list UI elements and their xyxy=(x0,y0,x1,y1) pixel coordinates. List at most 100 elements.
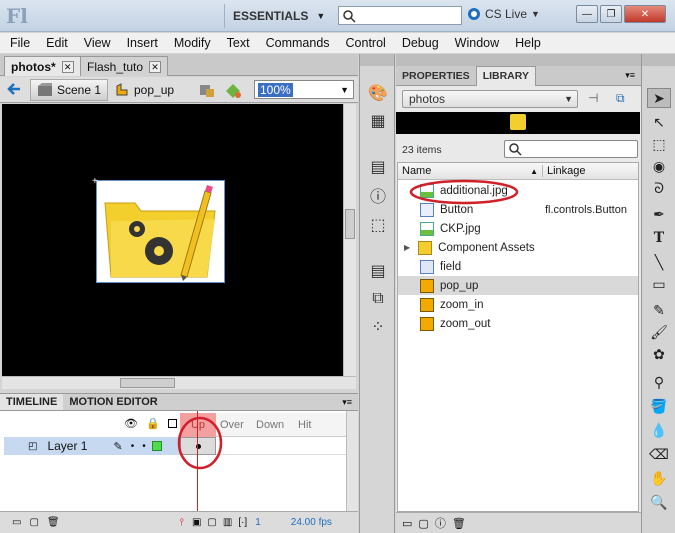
expand-arrow-icon[interactable]: ▶ xyxy=(404,243,410,252)
close-icon[interactable]: ✕ xyxy=(61,60,74,73)
restore-button[interactable]: ❐ xyxy=(600,5,622,23)
back-button[interactable] xyxy=(6,81,22,97)
menu-control[interactable]: Control xyxy=(338,36,394,50)
pin-library-icon[interactable]: ⊣ xyxy=(588,91,598,105)
eye-icon[interactable]: 👁 xyxy=(124,417,138,430)
info-icon[interactable]: ⓘ xyxy=(366,184,390,206)
new-folder-icon[interactable]: ▢ xyxy=(29,517,38,528)
library-document-select[interactable]: photos ▼ xyxy=(402,90,578,108)
close-button[interactable]: ✕ xyxy=(624,5,666,23)
list-item[interactable]: zoom_out xyxy=(398,314,638,333)
panel-menu-icon[interactable]: ▾≡ xyxy=(625,70,635,81)
zoom-select[interactable]: 100% ▼ xyxy=(254,80,354,99)
edit-symbols-button[interactable] xyxy=(198,81,220,101)
menu-view[interactable]: View xyxy=(76,36,119,50)
tab-motion-editor[interactable]: MOTION EDITOR xyxy=(63,396,163,408)
tab-timeline[interactable]: TIMELINE xyxy=(0,394,64,410)
list-item[interactable]: pop_up xyxy=(398,276,638,295)
delete-icon[interactable]: 🗑 xyxy=(452,517,466,530)
stage-vertical-scrollbar[interactable] xyxy=(343,104,356,376)
visibility-dot[interactable]: • xyxy=(131,441,135,452)
new-folder-icon[interactable]: ▢ xyxy=(418,517,428,530)
selection-tool-icon[interactable]: ➤ xyxy=(647,88,671,108)
center-frame-icon[interactable]: ⫯ xyxy=(180,517,184,528)
color-palette-icon[interactable]: 🎨 xyxy=(366,82,390,104)
menu-edit[interactable]: Edit xyxy=(38,36,76,50)
column-linkage[interactable]: Linkage xyxy=(542,165,638,177)
tab-library[interactable]: LIBRARY xyxy=(475,65,536,86)
sort-arrow-icon[interactable]: ▲ xyxy=(530,167,538,176)
eraser-tool-icon[interactable]: ⌫ xyxy=(647,444,671,464)
swatches-icon[interactable]: ▦ xyxy=(366,110,390,132)
new-layer-icon[interactable]: ▭ xyxy=(12,517,21,528)
panel-grip[interactable] xyxy=(360,54,394,66)
list-item[interactable]: zoom_in xyxy=(398,295,638,314)
modify-markers-icon[interactable]: [·] xyxy=(238,517,247,528)
tab-properties[interactable]: PROPERTIES xyxy=(396,66,476,86)
symbol-image[interactable] xyxy=(96,180,225,283)
menu-insert[interactable]: Insert xyxy=(119,36,166,50)
new-symbol-icon[interactable]: ▭ xyxy=(402,517,412,530)
stage-horizontal-scrollbar[interactable] xyxy=(2,376,356,389)
frame-hit[interactable]: Hit xyxy=(298,413,311,437)
library-search-input[interactable] xyxy=(504,140,638,158)
scroll-thumb[interactable] xyxy=(120,378,175,388)
lasso-tool-icon[interactable]: ᘐ xyxy=(647,178,671,198)
menu-help[interactable]: Help xyxy=(507,36,549,50)
list-item[interactable]: ▶ Component Assets xyxy=(398,238,638,257)
menu-text[interactable]: Text xyxy=(219,36,258,50)
close-icon[interactable]: ✕ xyxy=(149,60,162,73)
outline-color-swatch[interactable] xyxy=(151,441,162,451)
lock-dot[interactable]: • xyxy=(142,441,146,452)
stage[interactable]: + xyxy=(2,104,343,376)
menu-file[interactable]: File xyxy=(0,36,38,50)
paint-bucket-tool-icon[interactable]: 🪣 xyxy=(647,396,671,416)
column-name[interactable]: Name xyxy=(402,165,431,177)
components-icon[interactable]: ⧉ xyxy=(366,288,390,310)
text-tool-icon[interactable]: T xyxy=(647,228,671,248)
rectangle-tool-icon[interactable]: ▭ xyxy=(647,274,671,294)
pen-tool-icon[interactable]: ✒ xyxy=(647,204,671,224)
bone-tool-icon[interactable]: ⚲ xyxy=(647,372,671,392)
tab-photos[interactable]: photos* ✕ xyxy=(4,56,81,76)
menu-window[interactable]: Window xyxy=(447,36,507,50)
breadcrumb-scene[interactable]: Scene 1 xyxy=(30,79,109,101)
panel-menu-icon[interactable]: ▾≡ xyxy=(342,397,352,408)
minimize-button[interactable]: — xyxy=(576,5,598,23)
timeline-scrollbar[interactable] xyxy=(346,411,358,511)
pencil-tool-icon[interactable]: ✎ xyxy=(647,300,671,320)
line-tool-icon[interactable]: ╲ xyxy=(647,252,671,272)
frame-rate[interactable]: 24.00 fps xyxy=(291,517,332,528)
list-item[interactable]: CKP.jpg xyxy=(398,219,638,238)
brush-tool-icon[interactable]: 🖌 xyxy=(647,322,671,342)
transform-icon[interactable]: ⬚ xyxy=(366,214,390,236)
panel-grip[interactable] xyxy=(396,54,641,66)
motion-presets-icon[interactable]: ⁘ xyxy=(366,316,390,338)
new-library-panel-icon[interactable]: ⧉ xyxy=(616,91,625,106)
edit-scenes-button[interactable] xyxy=(224,81,248,101)
subselection-tool-icon[interactable]: ↖ xyxy=(647,112,671,132)
workspace-switcher[interactable]: ESSENTIALS ▼ xyxy=(224,4,330,28)
current-frame[interactable]: 1 xyxy=(255,517,261,528)
layer-row[interactable]: ◰ Layer 1 ✎ • • xyxy=(4,437,180,455)
help-search-input[interactable] xyxy=(338,6,462,25)
eyedropper-tool-icon[interactable]: 💧 xyxy=(647,420,671,440)
deco-tool-icon[interactable]: ✿ xyxy=(647,344,671,364)
edit-multiple-icon[interactable]: ▥ xyxy=(223,517,232,528)
onion-outline-icon[interactable]: ▢ xyxy=(207,517,216,528)
lock-icon[interactable]: 🔒 xyxy=(146,417,160,430)
delete-layer-icon[interactable]: 🗑 xyxy=(47,517,60,528)
tab-flash-tuto[interactable]: Flash_tuto ✕ xyxy=(80,56,169,76)
code-snippets-icon[interactable]: ▤ xyxy=(366,260,390,282)
menu-debug[interactable]: Debug xyxy=(394,36,447,50)
zoom-tool-icon[interactable]: 🔍 xyxy=(647,492,671,512)
menu-modify[interactable]: Modify xyxy=(166,36,219,50)
cs-live-button[interactable]: CS Live ▼ xyxy=(466,6,540,22)
panel-grip[interactable] xyxy=(642,54,675,66)
free-transform-tool-icon[interactable]: ⬚ xyxy=(647,134,671,154)
list-item[interactable]: field xyxy=(398,257,638,276)
menu-commands[interactable]: Commands xyxy=(258,36,338,50)
3d-rotation-tool-icon[interactable]: ◉ xyxy=(647,156,671,176)
align-icon[interactable]: ▤ xyxy=(366,156,390,178)
onion-skin-icon[interactable]: ▣ xyxy=(192,517,201,528)
